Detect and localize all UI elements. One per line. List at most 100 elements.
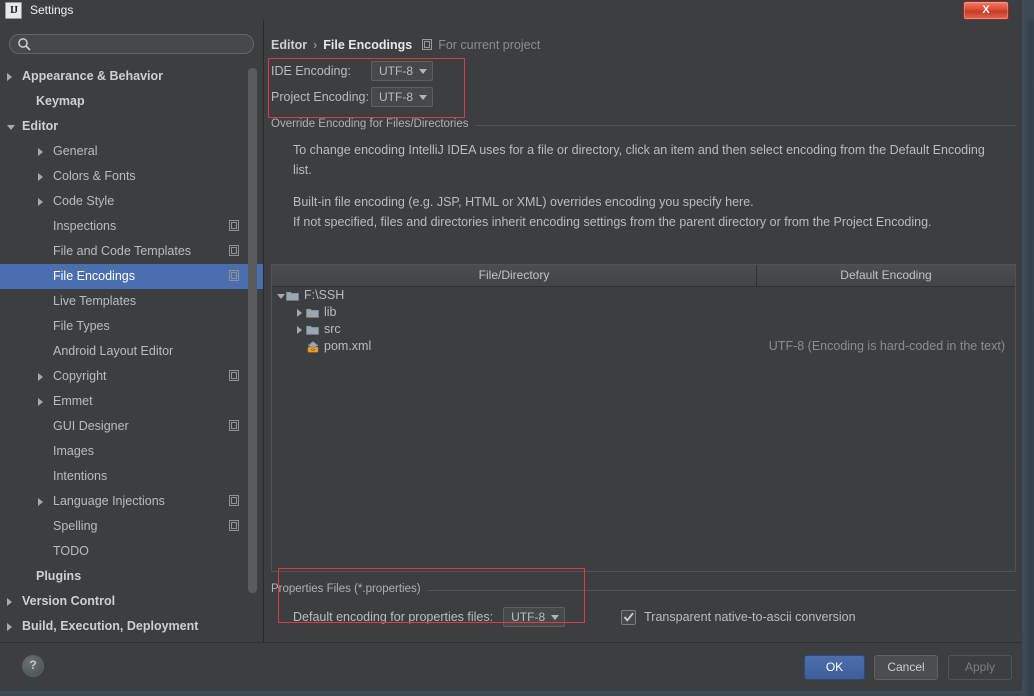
sidebar-item-version-control[interactable]: Version Control [0, 589, 264, 614]
sidebar-item-label: Android Layout Editor [53, 344, 174, 358]
encoding-settings-block: IDE Encoding: UTF-8 Project Encoding: UTF-8 [271, 58, 433, 110]
maven-xml-icon: <> [307, 341, 319, 353]
sidebar-item-plugins[interactable]: Plugins [0, 564, 264, 589]
chevron-right-icon[interactable] [297, 326, 302, 334]
breadcrumb: Editor › File Encodings For current proj… [271, 38, 540, 52]
properties-encoding-label: Default encoding for properties files: [293, 610, 494, 624]
search-field-wrapper [9, 34, 254, 54]
sidebar-item-label: Language Injections [53, 494, 165, 508]
checkbox-box[interactable] [621, 609, 637, 625]
folder-icon [286, 291, 299, 301]
encoding-value: UTF-8 [379, 90, 413, 104]
chevron-down-icon[interactable] [277, 294, 285, 299]
apply-button[interactable]: Apply [948, 655, 1012, 680]
sidebar-item-todo[interactable]: TODO [0, 539, 264, 564]
scope-label: For current project [438, 38, 541, 52]
sidebar-item-gui-designer[interactable]: GUI Designer [0, 414, 264, 439]
sidebar-item-android-layout-editor[interactable]: Android Layout Editor [0, 339, 264, 364]
sidebar-item-emmet[interactable]: Emmet [0, 389, 264, 414]
chevron-right-icon[interactable] [38, 398, 43, 406]
sidebar-item-label: Intentions [53, 469, 108, 483]
sidebar-item-spelling[interactable]: Spelling [0, 514, 264, 539]
sidebar-item-label: Code Style [53, 194, 115, 208]
project-scope-icon [229, 270, 239, 281]
sidebar-item-label: Version Control [22, 594, 116, 608]
settings-tree[interactable]: Appearance & Behavior Keymap Editor General… [0, 64, 264, 642]
sidebar-item-file-and-code-templates[interactable]: File and Code Templates [0, 239, 264, 264]
override-encoding-group: Override Encoding for Files/Directories … [271, 118, 1016, 574]
sidebar-item-build-execution-deployment[interactable]: Build, Execution, Deployment [0, 614, 264, 639]
chevron-down-icon [419, 94, 427, 100]
table-row[interactable]: lib [272, 304, 1015, 321]
sidebar-item-label: Live Templates [53, 294, 137, 308]
table-header-row: File/Directory Default Encoding [272, 265, 1015, 287]
sidebar-item-label: Emmet [53, 394, 93, 408]
sidebar-item-appearance-behavior[interactable]: Appearance & Behavior [0, 64, 264, 89]
chevron-right-icon[interactable] [38, 373, 43, 381]
sidebar-item-label: Plugins [36, 569, 82, 583]
sidebar-item-copyright[interactable]: Copyright [0, 364, 264, 389]
search-input[interactable] [9, 34, 254, 54]
sidebar-scrollbar-thumb[interactable] [248, 68, 257, 593]
column-header-file-directory[interactable]: File/Directory [272, 265, 757, 286]
table-row[interactable]: <> pom.xml UTF-8 (Encoding is hard-coded i… [272, 338, 1015, 355]
sidebar-item-file-encodings[interactable]: File Encodings [0, 264, 264, 289]
sidebar-item-images[interactable]: Images [0, 439, 264, 464]
override-group-title: Override Encoding for Files/Directories [271, 118, 475, 130]
sidebar-item-file-types[interactable]: File Types [0, 314, 264, 339]
sidebar-item-general[interactable]: General [0, 139, 264, 164]
column-header-default-encoding[interactable]: Default Encoding [757, 265, 1015, 286]
project-encoding-dropdown[interactable]: UTF-8 [371, 87, 433, 107]
sidebar-item-keymap[interactable]: Keymap [0, 89, 264, 114]
chevron-right-icon[interactable] [7, 623, 12, 631]
folder-icon [306, 308, 319, 318]
chevron-right-icon[interactable] [38, 198, 43, 206]
cancel-button[interactable]: Cancel [874, 655, 938, 680]
page-title: File Encodings [323, 38, 413, 52]
native-to-ascii-label: Transparent native-to-ascii conversion [644, 610, 856, 624]
intellij-idea-icon: IJ [5, 1, 22, 19]
sidebar-item-live-templates[interactable]: Live Templates [0, 289, 264, 314]
table-row[interactable]: src [272, 321, 1015, 338]
sidebar-item-code-style[interactable]: Code Style [0, 189, 264, 214]
sidebar-item-label: Keymap [36, 94, 85, 108]
chevron-right-icon[interactable] [7, 73, 12, 81]
properties-files-group: Properties Files (*.properties) Default … [271, 583, 1016, 633]
file-name: lib [324, 305, 337, 319]
table-row[interactable]: F:\SSH [272, 287, 1015, 304]
sidebar-item-label: Editor [22, 119, 59, 133]
sidebar-item-colors-fonts[interactable]: Colors & Fonts [0, 164, 264, 189]
sidebar-scrollbar[interactable] [248, 66, 257, 636]
ide-encoding-dropdown[interactable]: UTF-8 [371, 61, 433, 81]
ok-button[interactable]: OK [804, 655, 865, 680]
chevron-right-icon[interactable] [297, 309, 302, 317]
checkmark-icon [623, 612, 634, 622]
chevron-right-icon[interactable] [38, 498, 43, 506]
file-encoding-table[interactable]: File/Directory Default Encoding F:\SSH li… [271, 264, 1016, 572]
sidebar-item-intentions[interactable]: Intentions [0, 464, 264, 489]
breadcrumb-parent[interactable]: Editor [271, 38, 307, 52]
properties-encoding-dropdown[interactable]: UTF-8 [503, 607, 566, 627]
sidebar-item-language-injections[interactable]: Language Injections [0, 489, 264, 514]
project-scope-icon [229, 420, 239, 431]
chevron-right-icon[interactable] [7, 598, 12, 606]
sidebar-item-label: Colors & Fonts [53, 169, 136, 183]
chevron-down-icon[interactable] [7, 125, 15, 130]
sidebar-item-label: Inspections [53, 219, 117, 233]
chevron-right-icon[interactable] [38, 148, 43, 156]
sidebar-item-inspections[interactable]: Inspections [0, 214, 264, 239]
file-name: F:\SSH [304, 288, 345, 302]
chevron-down-icon [551, 614, 560, 620]
encoding-value: UTF-8 [379, 64, 413, 78]
background-right-strip [1022, 20, 1034, 696]
help-icon[interactable]: ? [22, 655, 44, 677]
chevron-right-icon[interactable] [38, 173, 43, 181]
sidebar-item-editor[interactable]: Editor [0, 114, 264, 139]
project-scope-icon [422, 39, 433, 50]
encoding-label: IDE Encoding: [271, 64, 351, 78]
folder-icon [306, 325, 319, 335]
dialog-footer: ? OK Cancel Apply [0, 642, 1022, 691]
native-to-ascii-checkbox[interactable]: Transparent native-to-ascii conversion [621, 609, 856, 625]
close-icon[interactable]: X [963, 1, 1009, 20]
override-paragraph-3: If not specified, files and directories … [293, 215, 932, 229]
